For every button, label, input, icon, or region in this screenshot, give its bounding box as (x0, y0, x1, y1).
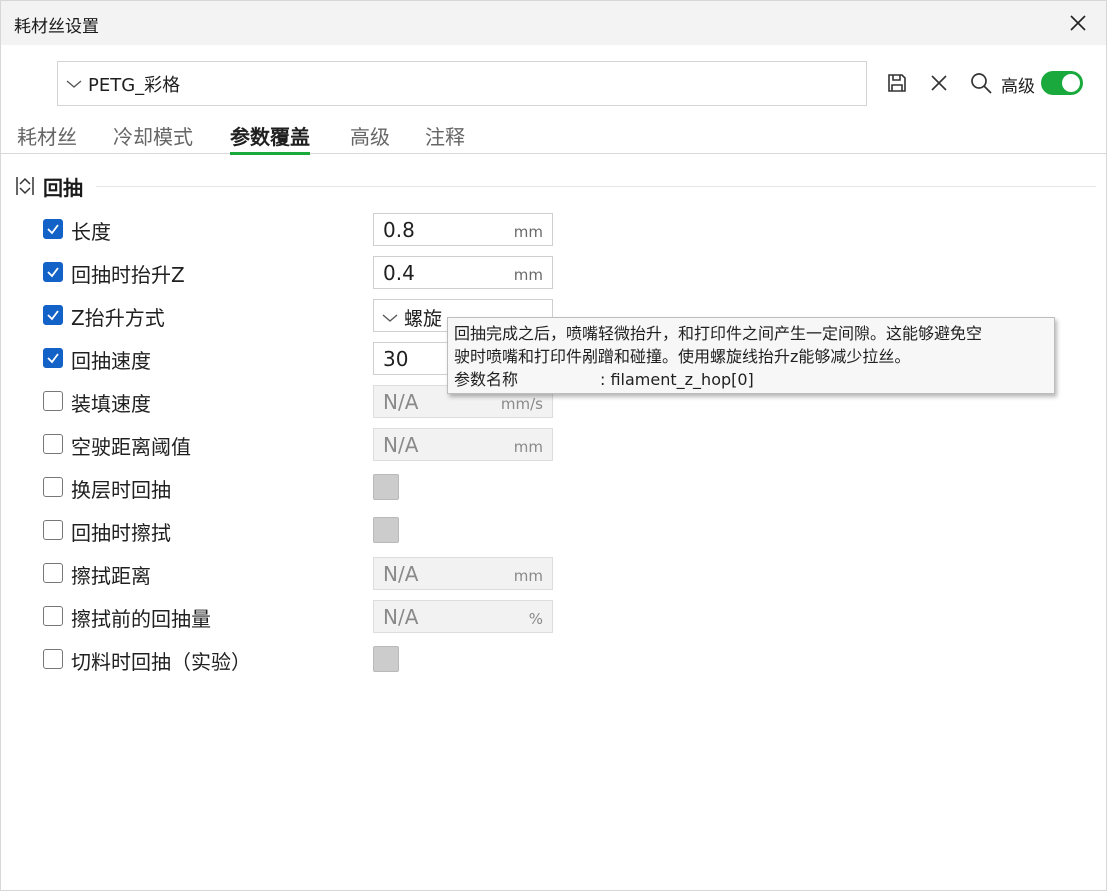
close-icon (1070, 15, 1086, 31)
check-icon (47, 353, 59, 364)
length-input[interactable]: 0.8 mm (373, 213, 553, 246)
travel-threshold-input: N/A mm (373, 428, 553, 461)
field-value: N/A (383, 605, 419, 629)
search-icon (971, 73, 992, 94)
close-icon (931, 75, 947, 91)
field-value: N/A (383, 562, 419, 586)
check-icon (47, 267, 59, 278)
override-checkbox[interactable] (43, 649, 63, 669)
override-checkbox[interactable] (43, 520, 63, 540)
search-button[interactable] (969, 71, 993, 95)
override-checkbox[interactable] (43, 563, 63, 583)
tab-notes[interactable]: 注释 (425, 121, 465, 153)
setting-row-z-hop: 回抽时抬升Z 0.4 mm (43, 256, 563, 289)
setting-row-length: 长度 0.8 mm (43, 213, 563, 246)
setting-row-retract-layer-change: 换层时回抽 (43, 471, 563, 503)
override-checkbox[interactable] (43, 262, 63, 282)
setting-label: Z抬升方式 (71, 306, 165, 330)
tooltip: 回抽完成之后，喷嘴轻微抬升，和打印件之间产生一定间隙。这能够避免空 驶时喷嘴和打… (447, 317, 1055, 394)
wipe-checkbox (373, 517, 399, 543)
field-unit: mm (513, 567, 543, 585)
tab-label: 高级 (350, 125, 390, 149)
override-checkbox[interactable] (43, 606, 63, 626)
tab-bar: 耗材丝 冷却模式 参数覆盖 高级 注释 (1, 119, 1106, 155)
title-bar: 耗材丝设置 (1, 1, 1106, 45)
window-title: 耗材丝设置 (14, 17, 99, 37)
tab-advanced[interactable]: 高级 (350, 121, 390, 153)
field-unit: mm (513, 223, 543, 241)
close-window-button[interactable] (1056, 3, 1100, 43)
override-checkbox[interactable] (43, 305, 63, 325)
field-unit: mm/s (500, 395, 543, 413)
field-value: N/A (383, 433, 419, 457)
override-checkbox[interactable] (43, 391, 63, 411)
toggle-knob (1062, 74, 1080, 92)
setting-label: 切料时回抽（实验） (71, 650, 251, 674)
advanced-mode-label: 高级 (1001, 77, 1035, 97)
tab-label: 注释 (425, 125, 465, 149)
tab-label: 参数覆盖 (230, 125, 310, 149)
section-header-retraction: 回抽 (15, 173, 83, 200)
check-icon (47, 310, 59, 321)
setting-row-wipe: 回抽时擦拭 (43, 514, 563, 546)
active-tab-indicator (230, 152, 310, 155)
filament-settings-dialog: 耗材丝设置 PETG_彩格 高级 耗材丝 冷却模式 参数覆盖 高级 注释 回抽 … (0, 0, 1107, 891)
tab-filament[interactable]: 耗材丝 (17, 121, 77, 153)
setting-label: 空驶距离阈值 (71, 435, 191, 459)
preset-selector[interactable]: PETG_彩格 (57, 61, 867, 106)
advanced-mode-toggle[interactable] (1041, 71, 1083, 95)
tooltip-line: 驶时喷嘴和打印件剐蹭和碰撞。使用螺旋线抬升z能够减少拉丝。 (454, 347, 911, 366)
tooltip-line: 回抽完成之后，喷嘴轻微抬升，和打印件之间产生一定间隙。这能够避免空 (454, 324, 983, 343)
retract-before-wipe-input: N/A% (373, 600, 553, 633)
section-title: 回抽 (43, 175, 83, 200)
select-value: 螺旋 (404, 308, 443, 330)
chevron-down-icon (66, 75, 84, 93)
save-icon (888, 74, 906, 92)
tooltip-param-key: 参数名称 (454, 370, 519, 389)
section-divider (96, 186, 1096, 187)
field-value: 0.4 (383, 261, 415, 285)
setting-label: 回抽时擦拭 (71, 521, 171, 545)
override-checkbox[interactable] (43, 348, 63, 368)
setting-label: 擦拭距离 (71, 564, 151, 588)
setting-label: 回抽时抬升Z (71, 263, 185, 287)
setting-row-retract-on-cut: 切料时回抽（实验） (43, 643, 563, 675)
wipe-distance-input: N/A mm (373, 557, 553, 590)
setting-row-retract-before-wipe: 擦拭前的回抽量 N/A% (43, 600, 563, 633)
setting-label: 回抽速度 (71, 349, 151, 373)
setting-label: 长度 (71, 220, 111, 244)
setting-label: 擦拭前的回抽量 (71, 607, 211, 631)
chevron-down-icon (382, 308, 398, 327)
tooltip-param-line: 参数名称 : filament_z_hop[0] (454, 368, 1048, 391)
field-unit: % (528, 610, 543, 628)
override-checkbox[interactable] (43, 434, 63, 454)
override-checkbox[interactable] (43, 219, 63, 239)
field-unit: mm (513, 438, 543, 456)
tab-label: 冷却模式 (113, 125, 193, 149)
check-icon (47, 224, 59, 235)
field-unit: mm (513, 266, 543, 284)
retract-on-cut-checkbox (373, 646, 399, 672)
delete-preset-button[interactable] (927, 71, 951, 95)
tab-setting-overrides[interactable]: 参数覆盖 (230, 121, 310, 155)
field-value: 0.8 (383, 218, 415, 242)
field-value: 30 (383, 347, 409, 371)
setting-label: 装填速度 (71, 392, 151, 416)
setting-row-wipe-distance: 擦拭距离 N/A mm (43, 557, 563, 590)
tooltip-param-value: : filament_z_hop[0] (600, 370, 754, 389)
tab-label: 耗材丝 (17, 125, 77, 149)
setting-row-travel-threshold: 空驶距离阈值 N/A mm (43, 428, 563, 461)
tab-cooling[interactable]: 冷却模式 (113, 121, 193, 153)
retraction-icon (16, 177, 34, 195)
field-value: N/A (383, 390, 419, 414)
z-hop-input[interactable]: 0.4 mm (373, 256, 553, 289)
override-checkbox[interactable] (43, 477, 63, 497)
setting-label: 换层时回抽 (71, 478, 171, 502)
retract-layer-change-checkbox (373, 474, 399, 500)
save-preset-button[interactable] (885, 71, 909, 95)
preset-name: PETG_彩格 (88, 74, 181, 96)
